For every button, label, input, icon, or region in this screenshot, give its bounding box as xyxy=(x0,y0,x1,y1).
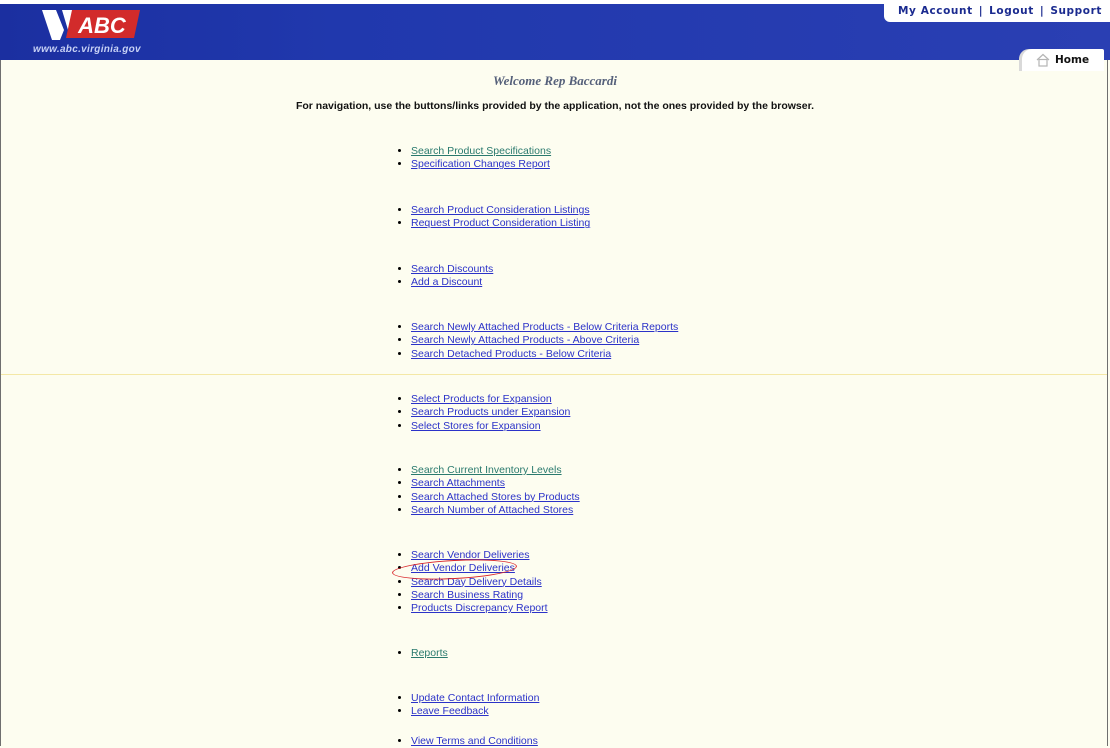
nav-separator: | xyxy=(978,5,984,17)
list-item: Select Products for Expansion xyxy=(411,393,570,406)
list-item: Search Business Rating xyxy=(411,589,548,602)
list-item: Search Product Specifications xyxy=(411,145,551,158)
specification-changes-report-link[interactable]: Specification Changes Report xyxy=(411,158,550,170)
list-item: Update Contact Information xyxy=(411,692,539,705)
list-item: Search Newly Attached Products - Above C… xyxy=(411,334,678,347)
abc-logo[interactable]: ABC xyxy=(42,8,142,42)
list-item: Select Stores for Expansion xyxy=(411,420,570,433)
list-item: Add a Discount xyxy=(411,276,493,289)
search-attachments-link[interactable]: Search Attachments xyxy=(411,477,505,489)
link-group-account: Update Contact Information Leave Feedbac… xyxy=(398,692,539,719)
list-item: Search Number of Attached Stores xyxy=(411,504,580,517)
add-a-discount-link[interactable]: Add a Discount xyxy=(411,276,482,288)
list-item: Products Discrepancy Report xyxy=(411,602,548,615)
list-item: View Terms and Conditions xyxy=(411,735,538,748)
products-discrepancy-report-link[interactable]: Products Discrepancy Report xyxy=(411,602,548,614)
welcome-heading: Welcome Rep Baccardi xyxy=(493,73,617,88)
tab-home[interactable]: Home xyxy=(1022,49,1104,71)
home-icon xyxy=(1036,53,1050,67)
link-group-discounts: Search Discounts Add a Discount xyxy=(398,263,493,290)
list-item: Reports xyxy=(411,647,448,660)
search-business-rating-link[interactable]: Search Business Rating xyxy=(411,589,523,601)
search-attached-stores-by-products-link[interactable]: Search Attached Stores by Products xyxy=(411,491,580,503)
link-group-reports: Reports xyxy=(398,647,448,660)
list-item: Search Discounts xyxy=(411,263,493,276)
search-newly-attached-above-link[interactable]: Search Newly Attached Products - Above C… xyxy=(411,334,639,346)
list-item: Specification Changes Report xyxy=(411,158,551,171)
search-products-under-expansion-link[interactable]: Search Products under Expansion xyxy=(411,406,570,418)
search-product-specifications-link[interactable]: Search Product Specifications xyxy=(411,145,551,157)
logout-link[interactable]: Logout xyxy=(989,5,1034,17)
logo-text: ABC xyxy=(77,13,127,38)
search-product-consideration-listings-link[interactable]: Search Product Consideration Listings xyxy=(411,204,590,216)
select-products-for-expansion-link[interactable]: Select Products for Expansion xyxy=(411,393,552,405)
top-navigation: My Account | Logout | Support xyxy=(883,0,1110,22)
link-group-terms: View Terms and Conditions xyxy=(398,735,538,748)
search-discounts-link[interactable]: Search Discounts xyxy=(411,263,493,275)
list-item: Search Attachments xyxy=(411,477,580,490)
list-item: Search Products under Expansion xyxy=(411,406,570,419)
list-item: Leave Feedback xyxy=(411,705,539,718)
home-tab-label: Home xyxy=(1055,54,1090,66)
list-item: Search Attached Stores by Products xyxy=(411,491,580,504)
site-header: ABC www.abc.virginia.gov My Account | Logo… xyxy=(0,0,1110,60)
link-group-consideration: Search Product Consideration Listings Re… xyxy=(398,204,590,231)
support-link[interactable]: Support xyxy=(1050,5,1102,17)
update-contact-information-link[interactable]: Update Contact Information xyxy=(411,692,539,704)
nav-separator: | xyxy=(1039,5,1045,17)
list-item: Search Detached Products - Below Criteri… xyxy=(411,348,678,361)
link-group-inventory: Search Current Inventory Levels Search A… xyxy=(398,464,580,517)
site-url: www.abc.virginia.gov xyxy=(33,44,141,55)
search-newly-attached-below-link[interactable]: Search Newly Attached Products - Below C… xyxy=(411,321,678,333)
list-item: Request Product Consideration Listing xyxy=(411,217,590,230)
list-item: Search Newly Attached Products - Below C… xyxy=(411,321,678,334)
reports-link[interactable]: Reports xyxy=(411,647,448,659)
link-group-expansion: Select Products for Expansion Search Pro… xyxy=(398,393,570,433)
list-item: Search Current Inventory Levels xyxy=(411,464,580,477)
search-detached-products-link[interactable]: Search Detached Products - Below Criteri… xyxy=(411,348,611,360)
link-group-specifications: Search Product Specifications Specificat… xyxy=(398,145,551,172)
navigation-notice: For navigation, use the buttons/links pr… xyxy=(295,100,815,112)
leave-feedback-link[interactable]: Leave Feedback xyxy=(411,705,489,717)
view-terms-and-conditions-link[interactable]: View Terms and Conditions xyxy=(411,735,538,747)
link-group-attached-products: Search Newly Attached Products - Below C… xyxy=(398,321,678,361)
section-divider xyxy=(1,374,1107,375)
select-stores-for-expansion-link[interactable]: Select Stores for Expansion xyxy=(411,420,541,432)
request-product-consideration-listing-link[interactable]: Request Product Consideration Listing xyxy=(411,217,590,229)
search-current-inventory-levels-link[interactable]: Search Current Inventory Levels xyxy=(411,464,562,476)
my-account-link[interactable]: My Account xyxy=(898,5,973,17)
list-item: Search Product Consideration Listings xyxy=(411,204,590,217)
search-number-of-attached-stores-link[interactable]: Search Number of Attached Stores xyxy=(411,504,573,516)
